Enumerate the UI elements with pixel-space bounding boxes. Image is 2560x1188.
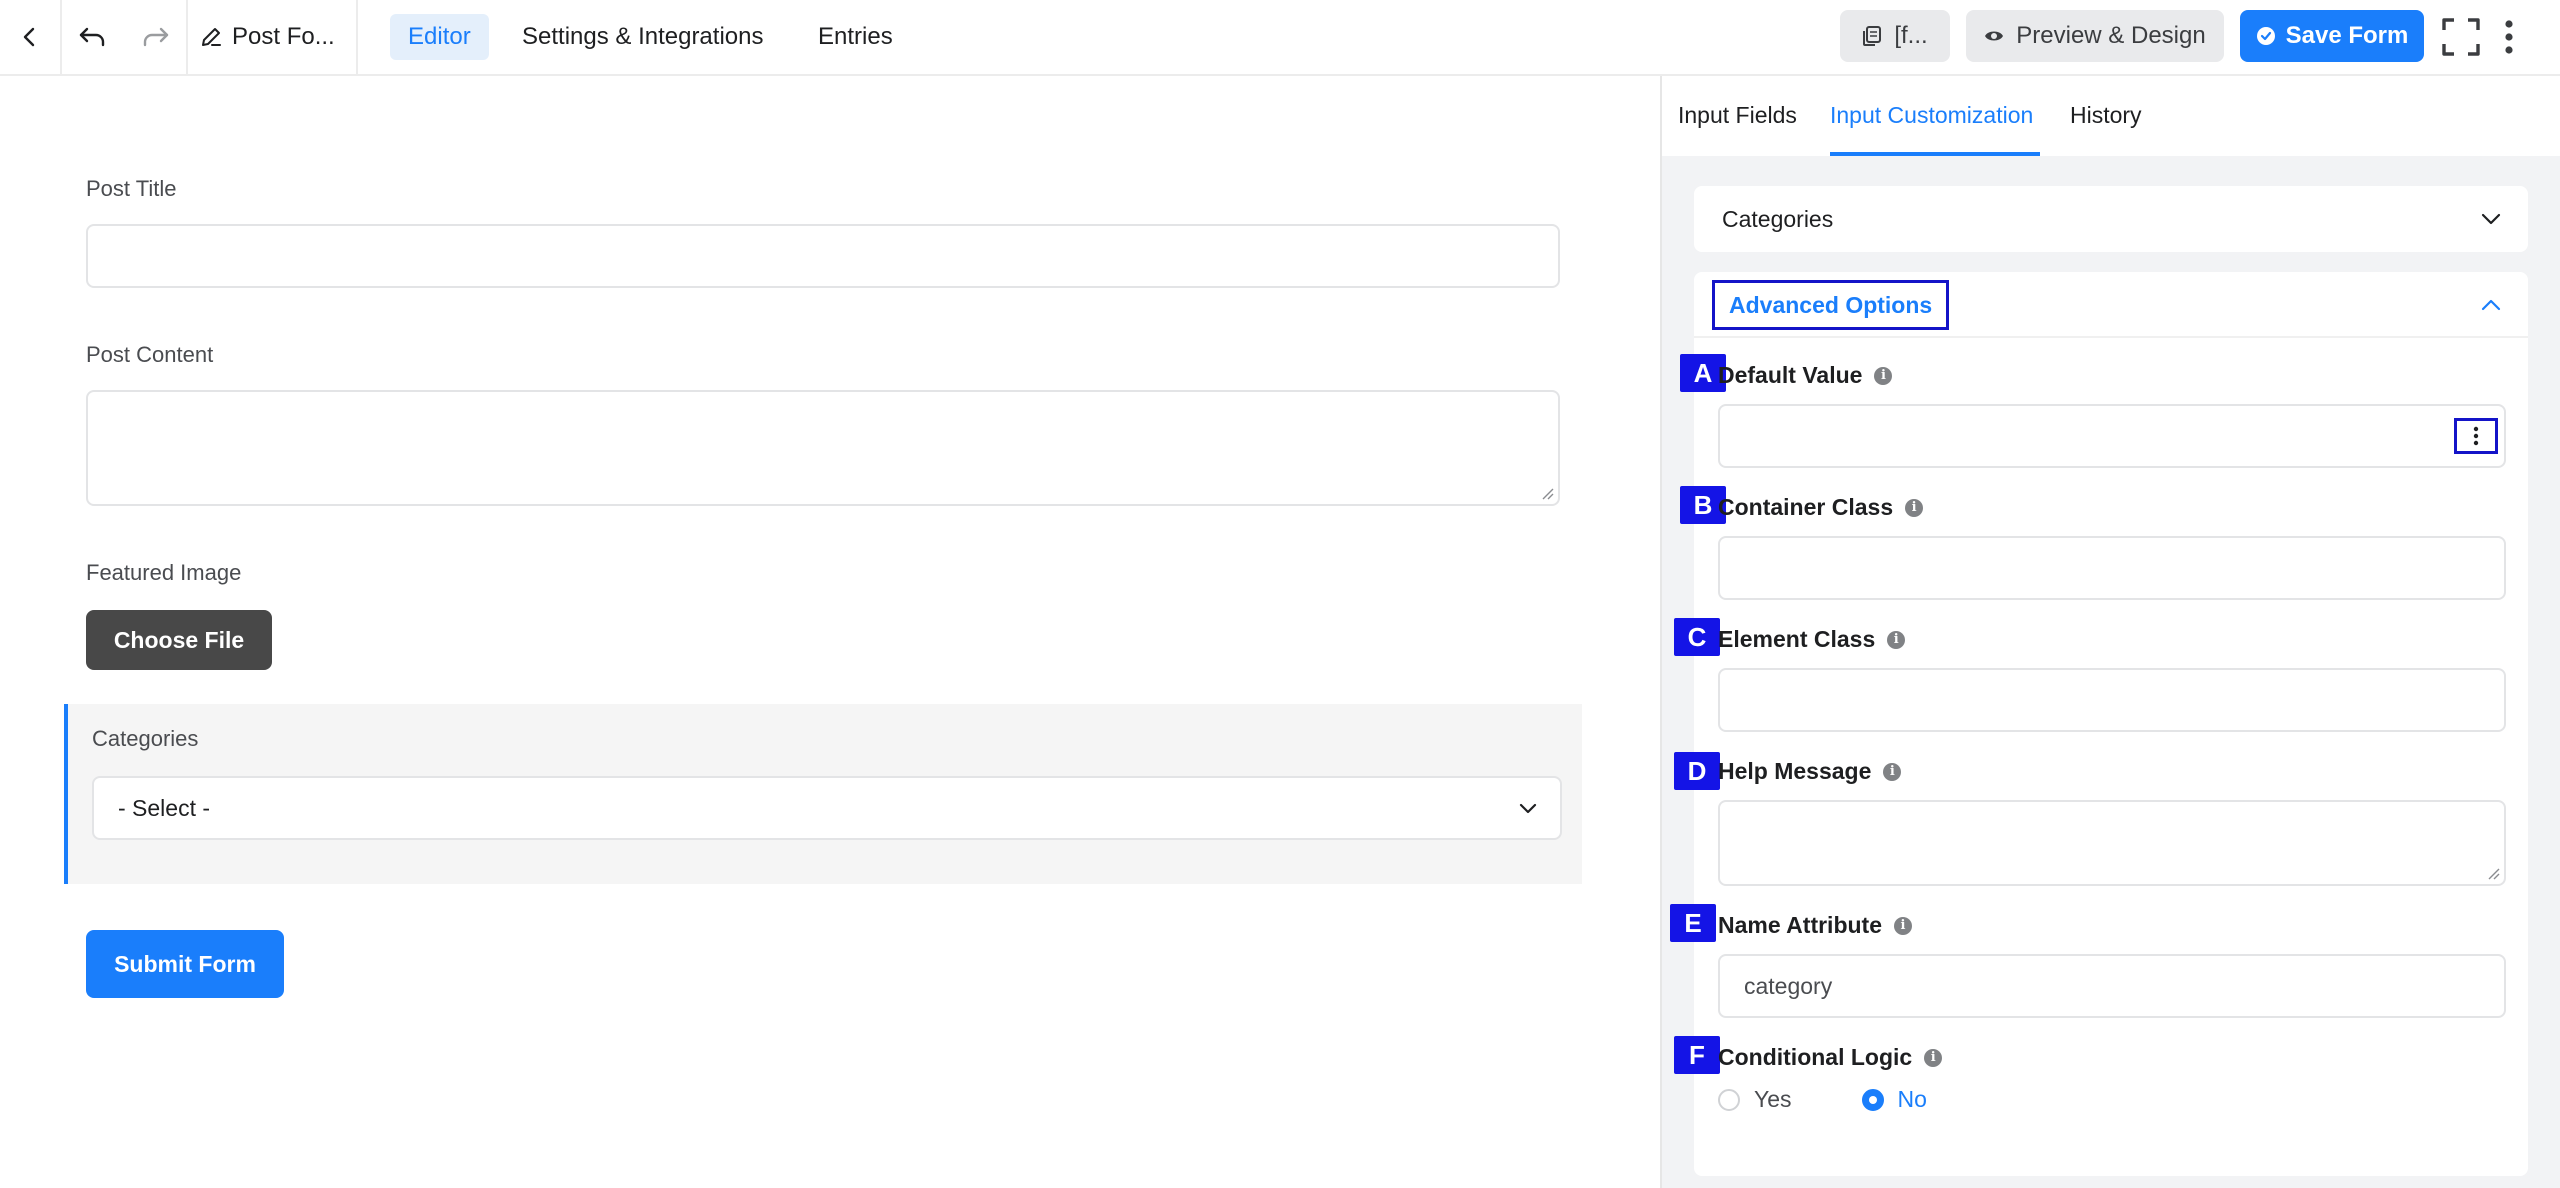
toolbar-divider — [356, 0, 358, 74]
chevron-down-icon — [1519, 803, 1537, 814]
container-class-label: Container Class i — [1718, 494, 1924, 521]
categories-panel-header[interactable]: Categories — [1694, 186, 2528, 252]
categories-label: Categories — [92, 726, 199, 751]
element-class-label-text: Element Class — [1718, 626, 1876, 652]
featured-image-label: Featured Image — [86, 560, 242, 585]
save-form-label: Save Form — [2285, 22, 2409, 49]
container-class-input[interactable] — [1718, 536, 2506, 600]
radio-yes-label[interactable]: Yes — [1754, 1086, 1792, 1113]
default-value-input[interactable] — [1718, 404, 2506, 468]
chevron-down-icon — [2481, 213, 2501, 225]
preview-design-button[interactable]: Preview & Design — [1966, 10, 2224, 62]
active-tab-indicator — [1830, 152, 2040, 156]
tab-settings-integrations[interactable]: Settings & Integrations — [504, 14, 781, 60]
annotation-badge-c: C — [1674, 618, 1720, 656]
name-attribute-input[interactable]: category — [1718, 954, 2506, 1018]
shortcode-button[interactable]: [f... — [1840, 10, 1950, 62]
info-icon[interactable]: i — [1905, 498, 1924, 517]
tab-entries[interactable]: Entries — [800, 14, 911, 60]
check-circle-icon — [2256, 27, 2275, 45]
post-content-textarea[interactable] — [86, 390, 1560, 506]
annotation-badge-d: D — [1674, 752, 1720, 790]
advanced-options-header[interactable]: Advanced Options — [1694, 272, 2528, 338]
name-attribute-label: Name Attribute i — [1718, 912, 1912, 939]
preview-design-label: Preview & Design — [2016, 22, 2206, 49]
submit-form-button[interactable]: Submit Form — [86, 930, 284, 998]
help-message-label-text: Help Message — [1718, 758, 1872, 784]
name-attribute-label-text: Name Attribute — [1718, 912, 1882, 938]
chevron-up-icon — [2481, 299, 2501, 311]
sidebar-tabs: Input Fields Input Customization History — [1662, 76, 2560, 156]
name-attribute-value: category — [1744, 972, 1833, 999]
advanced-options-title[interactable]: Advanced Options — [1712, 280, 1950, 330]
fullscreen-icon[interactable] — [2438, 0, 2484, 74]
post-title-input[interactable] — [86, 224, 1560, 288]
post-title-label: Post Title — [86, 176, 177, 201]
tab-editor[interactable]: Editor — [390, 14, 489, 60]
post-content-label: Post Content — [86, 342, 214, 367]
annotation-badge-e: E — [1670, 904, 1716, 942]
smart-codes-button[interactable] — [2454, 418, 2498, 454]
redo-icon[interactable] — [126, 0, 186, 74]
radio-no[interactable] — [1861, 1088, 1884, 1111]
eye-icon — [1985, 31, 2004, 41]
vertical-dots-icon — [2473, 426, 2479, 446]
categories-selected-value: - Select - — [118, 794, 211, 821]
help-message-label: Help Message i — [1718, 758, 1902, 785]
categories-select[interactable]: - Select - — [92, 776, 1562, 840]
save-form-button[interactable]: Save Form — [2240, 10, 2424, 62]
resize-handle-icon[interactable] — [1540, 486, 1554, 500]
advanced-options-panel: Advanced Options A Default Value i B Con… — [1670, 272, 2528, 1176]
categories-panel-title: Categories — [1722, 205, 1834, 232]
tab-history[interactable]: History — [2070, 102, 2142, 129]
info-icon[interactable]: i — [1887, 630, 1906, 649]
element-class-input[interactable] — [1718, 668, 2506, 732]
radio-no-label[interactable]: No — [1898, 1086, 1927, 1113]
top-toolbar: Post Fo... Editor Settings & Integration… — [0, 0, 2560, 76]
help-message-textarea[interactable] — [1718, 800, 2506, 886]
info-icon[interactable]: i — [1883, 762, 1902, 781]
element-class-label: Element Class i — [1718, 626, 1906, 653]
edit-pencil-icon — [202, 28, 221, 46]
shortcode-text: [f... — [1894, 22, 1928, 49]
container-class-label-text: Container Class — [1718, 494, 1894, 520]
annotation-badge-f: F — [1674, 1036, 1720, 1074]
default-value-label: Default Value i — [1718, 362, 1893, 389]
undo-icon[interactable] — [62, 0, 122, 74]
info-icon[interactable]: i — [1874, 366, 1893, 385]
choose-file-button[interactable]: Choose File — [86, 610, 272, 670]
radio-yes[interactable] — [1718, 1088, 1740, 1111]
info-icon[interactable]: i — [1894, 916, 1912, 935]
conditional-logic-radio-group: Yes No — [1718, 1086, 1927, 1113]
settings-sidebar: Input Fields Input Customization History… — [1660, 76, 2560, 1188]
resize-handle-icon[interactable] — [2486, 866, 2500, 880]
form-title[interactable]: Post Fo... — [200, 0, 335, 74]
conditional-logic-label-text: Conditional Logic — [1718, 1044, 1913, 1070]
form-title-text: Post Fo... — [232, 23, 335, 50]
default-value-label-text: Default Value — [1718, 362, 1863, 388]
copy-icon — [1863, 26, 1882, 46]
categories-field-block[interactable]: Categories - Select - — [64, 704, 1582, 884]
toolbar-divider — [186, 0, 188, 74]
back-icon[interactable] — [0, 0, 60, 74]
more-options-icon[interactable] — [2494, 0, 2524, 74]
info-icon[interactable]: i — [1924, 1048, 1943, 1067]
conditional-logic-label: Conditional Logic i — [1718, 1044, 1943, 1071]
tab-input-customization[interactable]: Input Customization — [1830, 102, 2033, 129]
tab-input-fields[interactable]: Input Fields — [1678, 102, 1797, 129]
